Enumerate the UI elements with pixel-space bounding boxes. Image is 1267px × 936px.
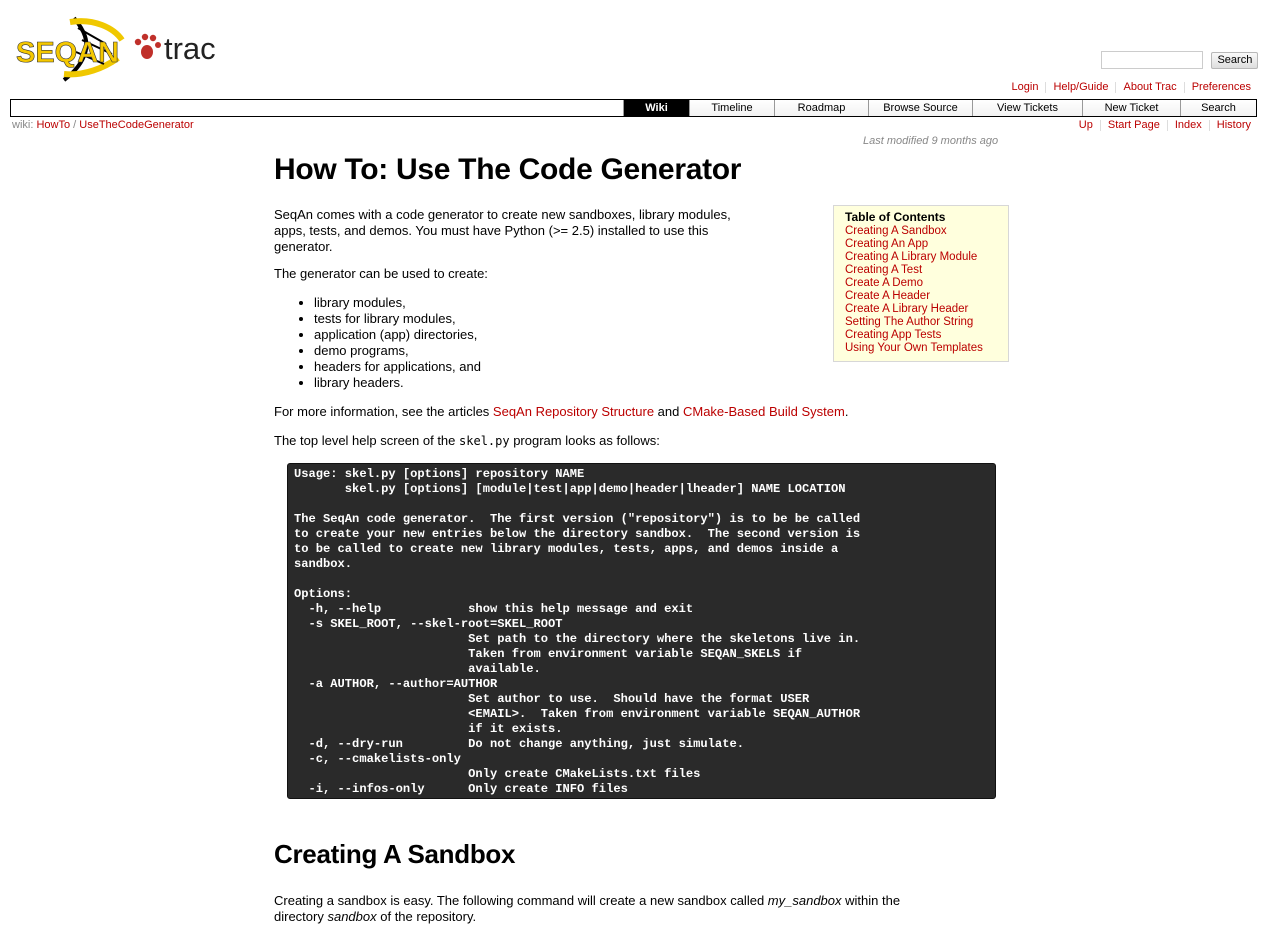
sandbox-text-c: directory <box>274 909 328 924</box>
sandbox-name: my_sandbox <box>767 893 842 908</box>
search-button[interactable]: Search <box>1211 51 1259 69</box>
intro-line-2: apps, tests, and demos. You must have Py… <box>274 223 709 238</box>
list-item: headers for applications, and <box>314 359 481 375</box>
list-item: tests for library modules, <box>314 311 481 327</box>
breadcrumb-howto[interactable]: HowTo <box>36 119 70 131</box>
sandbox-text-b: within the <box>841 893 901 908</box>
seqan-trac-logo[interactable]: SEQAN trac <box>14 10 229 82</box>
last-modified-prefix: Last modified <box>863 135 929 147</box>
list-item: demo programs, <box>314 343 481 359</box>
header-search: Search <box>1101 51 1259 69</box>
toc-item[interactable]: Create A Header <box>845 290 997 303</box>
toc-item[interactable]: Using Your Own Templates <box>845 342 997 355</box>
breadcrumb-prefix: wiki: <box>12 119 34 131</box>
tab-roadmap[interactable]: Roadmap <box>774 100 868 116</box>
toc-item[interactable]: Create A Demo <box>845 277 997 290</box>
tab-timeline[interactable]: Timeline <box>689 100 774 116</box>
index-link[interactable]: Index <box>1175 119 1202 131</box>
toc-item[interactable]: Creating A Sandbox <box>845 225 997 238</box>
last-modified-age-link[interactable]: 9 months ago <box>932 135 999 147</box>
tab-new-ticket[interactable]: New Ticket <box>1082 100 1180 116</box>
list-item: library headers. <box>314 375 481 391</box>
sandbox-dir: sandbox <box>327 909 377 924</box>
toc-item[interactable]: Creating A Test <box>845 264 997 277</box>
help-guide-link[interactable]: Help/Guide <box>1053 81 1108 93</box>
cmake-build-link[interactable]: CMake-Based Build System <box>683 404 845 419</box>
breadcrumb: wiki: HowTo / UseTheCodeGenerator <box>12 119 194 131</box>
breadcrumb-page[interactable]: UseTheCodeGenerator <box>79 119 193 131</box>
logo-graphic: SEQAN trac <box>16 16 216 82</box>
more-info-paragraph: For more information, see the articles S… <box>274 404 848 420</box>
toc-item[interactable]: Create A Library Header <box>845 303 997 316</box>
toc-item[interactable]: Creating A Library Module <box>845 251 997 264</box>
svg-text:trac: trac <box>164 31 216 66</box>
preferences-link[interactable]: Preferences <box>1192 81 1251 93</box>
help-screen-after: program looks as follows: <box>509 433 660 448</box>
inline-code: skel.py <box>459 434 510 448</box>
toc-item[interactable]: Creating An App <box>845 238 997 251</box>
toc-item[interactable]: Setting The Author String <box>845 316 997 329</box>
help-screen-paragraph: The top level help screen of the skel.py… <box>274 433 660 449</box>
sandbox-text-d: of the repository. <box>376 909 477 924</box>
start-page-link[interactable]: Start Page <box>1108 119 1160 131</box>
breadcrumb-sep: / <box>73 119 77 131</box>
up-link[interactable]: Up <box>1079 119 1093 131</box>
history-link[interactable]: History <box>1217 119 1251 131</box>
tab-browse-source[interactable]: Browse Source <box>868 100 972 116</box>
sandbox-text-a: Creating a sandbox is easy. The followin… <box>274 893 768 908</box>
main-nav: Wiki Timeline Roadmap Browse Source View… <box>10 99 1257 117</box>
svg-text:SEQAN: SEQAN <box>16 37 119 69</box>
more-info-before: For more information, see the articles <box>274 404 493 419</box>
about-trac-link[interactable]: About Trac <box>1123 81 1176 93</box>
sandbox-paragraph: Creating a sandbox is easy. The followin… <box>274 893 1009 925</box>
list-item: library modules, <box>314 295 481 311</box>
help-screen-before: The top level help screen of the <box>274 433 460 448</box>
intro-line-3: generator. <box>274 239 333 254</box>
search-input[interactable] <box>1101 51 1203 69</box>
more-info-mid: and <box>654 404 683 419</box>
repo-structure-link[interactable]: SeqAn Repository Structure <box>493 404 654 419</box>
meta-nav: Login Help/Guide About Trac Preferences <box>1012 81 1251 93</box>
tab-search[interactable]: Search <box>1180 100 1256 116</box>
code-block-text: Usage: skel.py [options] repository NAME… <box>294 467 861 796</box>
page-title: How To: Use The Code Generator <box>274 153 742 186</box>
toc-title: Table of Contents <box>845 210 946 224</box>
section-heading: Creating A Sandbox <box>274 839 516 869</box>
more-info-after: . <box>844 404 849 419</box>
login-link[interactable]: Login <box>1012 81 1039 93</box>
intro-paragraph: SeqAn comes with a code generator to cre… <box>274 207 814 255</box>
intro-line-1: SeqAn comes with a code generator to cre… <box>274 207 731 222</box>
context-nav: Up Start Page Index History <box>1079 119 1251 131</box>
tab-wiki[interactable]: Wiki <box>623 100 689 116</box>
last-modified: Last modified 9 months ago <box>863 135 998 147</box>
list-item: application (app) directories, <box>314 327 481 343</box>
can-create-text: The generator can be used to create: <box>274 266 488 281</box>
toc-item[interactable]: Creating App Tests <box>845 329 997 342</box>
code-block: Usage: skel.py [options] repository NAME… <box>287 463 996 799</box>
tab-view-tickets[interactable]: View Tickets <box>972 100 1082 116</box>
generator-list: library modules, tests for library modul… <box>274 295 481 391</box>
table-of-contents: Table of Contents Creating A Sandbox Cre… <box>833 205 1009 362</box>
